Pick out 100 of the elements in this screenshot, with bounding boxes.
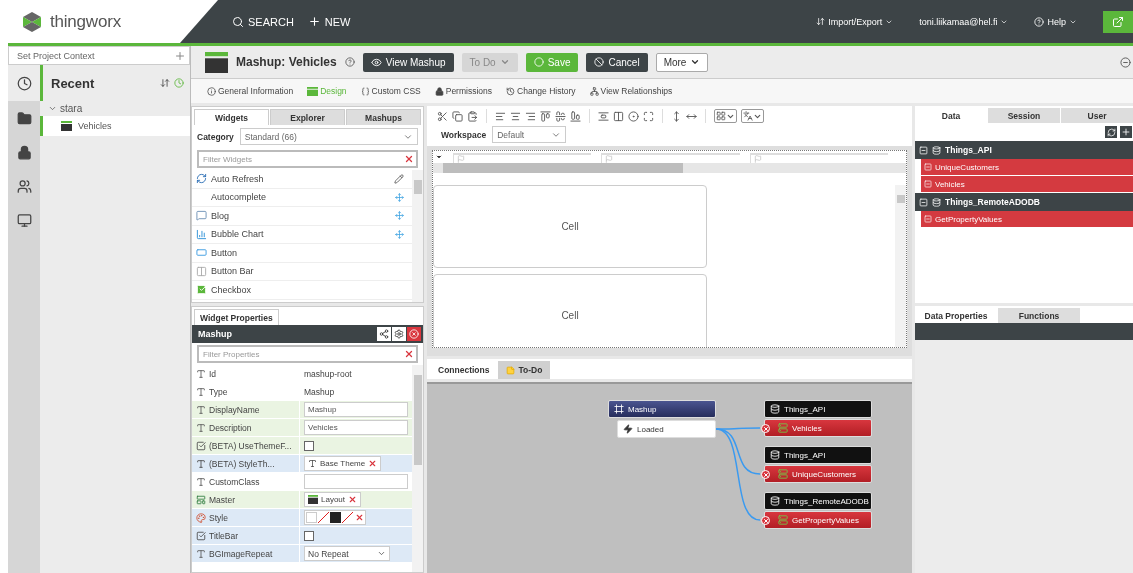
service-node[interactable]: GetPropertyValues xyxy=(764,511,872,529)
editor-tab[interactable]: Change History xyxy=(506,86,576,96)
scrollbar[interactable] xyxy=(895,185,906,347)
property-checkbox[interactable] xyxy=(304,530,314,541)
property-chip[interactable]: Layout xyxy=(304,492,362,507)
align-right-icon[interactable] xyxy=(525,110,536,122)
panel-tab[interactable]: Explorer xyxy=(270,109,345,125)
language-dropdown[interactable] xyxy=(741,109,764,123)
caret-icon[interactable] xyxy=(435,153,443,161)
thing-node[interactable]: Things_RemoteADODB xyxy=(764,492,872,510)
cut-icon[interactable] xyxy=(437,110,448,122)
property-name: BGImageRepeat xyxy=(192,545,300,562)
filter-field[interactable]: Filter Widgets xyxy=(197,150,418,168)
property-chip[interactable]: Base Theme xyxy=(304,456,382,471)
editor-tab[interactable]: Permissions xyxy=(434,86,492,96)
widget-node[interactable]: Mashup xyxy=(608,400,716,418)
align-top-icon[interactable] xyxy=(540,110,551,122)
height-icon[interactable] xyxy=(671,110,682,122)
properties-header: Mashup xyxy=(198,329,233,339)
remove-icon[interactable] xyxy=(355,513,364,522)
clear-icon[interactable] xyxy=(404,349,414,359)
plus-icon xyxy=(1121,127,1131,137)
property-select[interactable]: No Repeat xyxy=(304,546,390,561)
button-icon xyxy=(196,247,207,259)
align-bottom-icon[interactable] xyxy=(570,110,581,122)
thing-row[interactable]: Things_API xyxy=(915,141,1133,159)
user-menu[interactable]: toni.liikamaa@hel.fi xyxy=(919,16,1009,27)
copy-icon[interactable] xyxy=(452,110,463,122)
grid-icon xyxy=(716,111,726,121)
remove-icon[interactable] xyxy=(348,495,358,504)
thing-row[interactable]: Things_RemoteADODB xyxy=(915,193,1133,211)
settings-button[interactable] xyxy=(392,327,406,341)
thing-node[interactable]: Things_API xyxy=(764,446,872,464)
search-button[interactable]: SEARCH xyxy=(232,15,294,28)
editor-tab[interactable]: Custom CSS xyxy=(360,86,421,96)
category-select[interactable]: Standard (66) xyxy=(239,128,418,145)
service-row[interactable]: Vehicles xyxy=(921,176,1133,193)
align-middle-icon[interactable] xyxy=(555,110,566,122)
project-context-field[interactable]: Set Project Context xyxy=(8,46,190,65)
import-export-menu[interactable]: Import/Export xyxy=(816,16,894,27)
service-row[interactable]: GetPropertyValues xyxy=(921,211,1133,228)
align-center-icon[interactable] xyxy=(510,110,521,122)
close-button[interactable] xyxy=(407,327,421,341)
clear-icon[interactable] xyxy=(404,154,414,164)
filter-field[interactable]: Filter Properties xyxy=(197,345,418,363)
help-menu[interactable]: Help xyxy=(1034,16,1077,27)
widget-item[interactable]: Blog xyxy=(192,207,412,226)
sort-icon[interactable] xyxy=(160,78,170,88)
panel-tab[interactable]: Widget Properties xyxy=(194,309,279,325)
workspace-select[interactable]: Default xyxy=(492,126,567,143)
panel-tab[interactable]: To-Do xyxy=(498,361,551,379)
service-node[interactable]: UniqueCustomers xyxy=(764,465,872,483)
scrollbar[interactable] xyxy=(412,170,423,302)
paste-icon[interactable] xyxy=(467,110,478,122)
share-button[interactable] xyxy=(377,327,391,341)
scrollbar[interactable] xyxy=(433,163,906,173)
layout-dropdown[interactable] xyxy=(714,109,737,123)
center-icon[interactable] xyxy=(628,110,639,122)
property-field[interactable]: Vehicles xyxy=(304,420,408,435)
editor-tab[interactable]: General Information xyxy=(207,86,294,96)
panel-tab[interactable]: Functions xyxy=(998,308,1080,323)
move-icon xyxy=(395,229,404,239)
new-button[interactable]: NEW xyxy=(307,15,351,28)
tree-item[interactable]: Vehicles xyxy=(40,116,190,136)
layout-cell[interactable]: Cell xyxy=(433,274,707,347)
scrollbar[interactable] xyxy=(412,365,423,572)
widget-item[interactable]: Auto Refresh xyxy=(192,170,412,189)
panel-tab[interactable]: Widgets xyxy=(194,109,269,125)
columns-icon[interactable] xyxy=(613,110,624,122)
help-icon[interactable] xyxy=(344,57,355,67)
panel-tab[interactable]: User xyxy=(1061,108,1133,123)
distribute-icon[interactable] xyxy=(598,110,609,122)
chevron-icon xyxy=(377,549,386,558)
layout-cell[interactable]: Cell xyxy=(433,185,707,268)
property-checkbox[interactable] xyxy=(304,440,314,451)
toolbar-button[interactable]: Cancel xyxy=(586,52,648,72)
thing-node[interactable]: Things_API xyxy=(764,400,872,418)
add-button[interactable] xyxy=(1119,125,1133,139)
style-swatches[interactable] xyxy=(304,510,366,525)
property-field[interactable] xyxy=(304,474,408,489)
remove-icon[interactable] xyxy=(368,459,378,468)
toolbar-button[interactable]: View Mashup xyxy=(362,52,454,72)
panel-tab[interactable]: Session xyxy=(988,108,1060,123)
external-link-button[interactable] xyxy=(1103,10,1133,33)
collapse-icon[interactable] xyxy=(1120,56,1131,68)
refresh-button[interactable] xyxy=(1104,125,1118,139)
panel-tab[interactable]: Mashups xyxy=(346,109,421,125)
tree-folder[interactable]: stara xyxy=(40,101,190,116)
property-name: (BETA) StyleTh... xyxy=(192,455,300,472)
align-left-icon[interactable] xyxy=(495,110,506,122)
property-field[interactable]: Mashup xyxy=(304,402,408,417)
toolbar-button[interactable]: More xyxy=(655,52,709,72)
refresh-icon xyxy=(196,173,207,185)
editor-title: Mashup: Vehicles xyxy=(236,55,337,69)
event-node[interactable]: Loaded xyxy=(617,420,716,438)
service-node[interactable]: Vehicles xyxy=(764,419,872,437)
fit-icon[interactable] xyxy=(643,110,654,122)
editor-tab[interactable]: View Relationships xyxy=(589,86,673,96)
service-row[interactable]: UniqueCustomers xyxy=(921,159,1133,176)
flag-icon xyxy=(605,155,614,163)
